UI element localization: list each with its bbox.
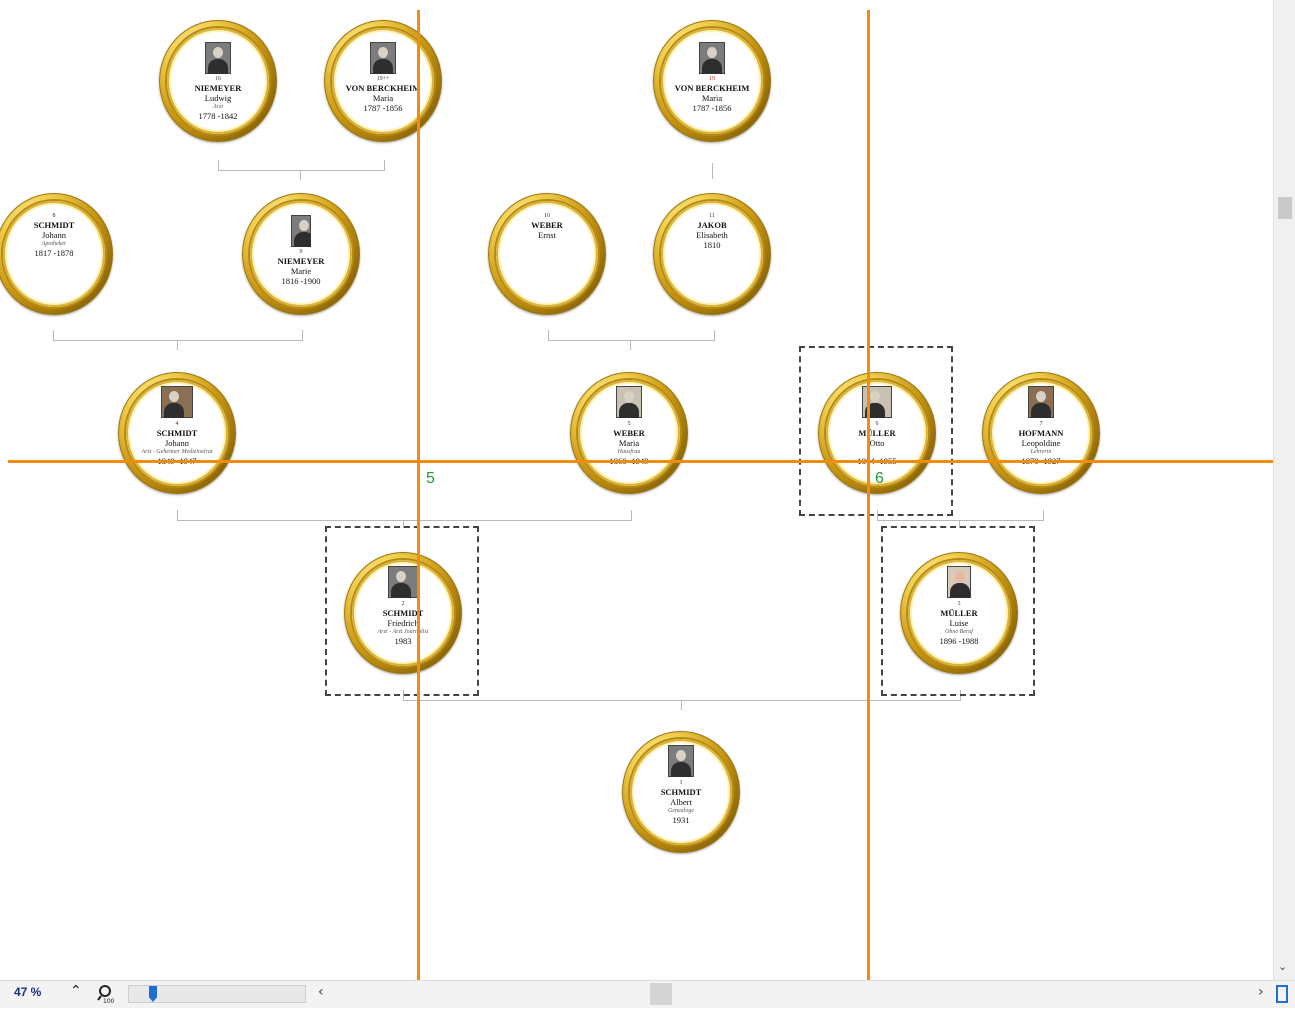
person-surname: WEBER <box>613 428 645 438</box>
person-number: 5 <box>627 421 631 427</box>
vertical-scrollbar[interactable]: ⌄ <box>1273 0 1295 980</box>
person-given-name: Maria <box>701 93 723 103</box>
person-number: 19++ <box>376 76 390 82</box>
person-occupation: Hausfrau <box>617 449 641 455</box>
person-dates: 1816 -1900 <box>281 276 321 286</box>
connector <box>712 163 713 179</box>
person-given-name: Albert <box>670 797 692 807</box>
zoom-percent: 47 % <box>14 985 42 999</box>
selection-box[interactable] <box>325 526 479 696</box>
person-number: 11 <box>709 213 715 219</box>
person-given-name: Johann <box>164 438 190 448</box>
portrait-photo <box>161 386 193 418</box>
person-dates: 1817 -1878 <box>34 248 74 258</box>
portrait-photo <box>1028 386 1054 418</box>
person-occupation: Apotheker <box>41 241 67 247</box>
person-given-name: Ernst <box>538 230 556 240</box>
person-surname: NIEMEYER <box>277 256 325 266</box>
person-card-19b[interactable]: 19 VON BERCKHEIM Maria 1787 -1856 <box>653 20 771 142</box>
person-card-10[interactable]: 10 WEBER Ernst <box>488 193 606 315</box>
scroll-left-icon[interactable]: ‹ <box>318 984 324 1000</box>
connector <box>218 160 385 171</box>
person-card-7[interactable]: 7 HOFMANN Leopoldine Lehrerin 1870 -1927 <box>982 372 1100 494</box>
person-number: 16 <box>215 76 221 82</box>
connector <box>177 510 632 521</box>
person-surname: NIEMEYER <box>194 83 242 93</box>
zoom-slider-handle[interactable] <box>149 986 157 1002</box>
person-surname: SCHMIDT <box>156 428 198 438</box>
connector <box>630 340 631 350</box>
person-occupation: Arzt <box>212 104 223 110</box>
person-dates: 1810 <box>703 240 721 250</box>
person-given-name: Maria <box>372 93 394 103</box>
page-guide-vertical[interactable] <box>867 10 870 980</box>
person-occupation: Arzt - Geheimer Medizinalrat <box>141 449 213 455</box>
portrait-photo <box>370 42 396 74</box>
portrait-photo <box>699 42 725 74</box>
person-card-11[interactable]: 11 JAKOB Elisabeth 1810 <box>653 193 771 315</box>
person-occupation: Genealoge <box>668 808 694 814</box>
scroll-down-icon[interactable]: ⌄ <box>1278 960 1287 973</box>
status-bar: 47 % ⌃ 100 ‹ › <box>0 980 1295 1008</box>
person-surname: SCHMIDT <box>33 220 75 230</box>
person-surname: HOFMANN <box>1018 428 1064 438</box>
person-surname: VON BERCKHEIM <box>674 83 750 93</box>
connector <box>403 690 961 701</box>
person-card-4[interactable]: 4 SCHMIDT Johann Arzt - Geheimer Medizin… <box>118 372 236 494</box>
person-dates: 1931 <box>672 815 690 825</box>
zoom-slider[interactable] <box>128 985 306 1003</box>
selection-box[interactable] <box>881 526 1035 696</box>
person-number: 4 <box>175 421 179 427</box>
person-dates: 1787 -1856 <box>363 103 403 113</box>
tree-canvas[interactable]: 16 NIEMEYER Ludwig Arzt 1778 -1842 19++ … <box>0 0 1273 980</box>
person-card-1[interactable]: 1 SCHMIDT Albert Genealoge 1931 <box>622 731 740 853</box>
person-card-9[interactable]: 9 NIEMEYER Marie 1816 -1900 <box>242 193 360 315</box>
person-given-name: Johann <box>41 230 67 240</box>
portrait-photo <box>668 745 694 777</box>
person-number: 19 <box>709 76 715 82</box>
person-card-5[interactable]: 5 WEBER Maria Hausfrau 1860 -1949 <box>570 372 688 494</box>
zoom-100-icon[interactable]: 100 <box>96 984 116 1005</box>
page-number-label: 5 <box>426 470 435 487</box>
person-given-name: Maria <box>618 438 640 448</box>
page-number-label: 6 <box>875 470 884 487</box>
person-number: 10 <box>544 213 550 219</box>
person-number: 8 <box>52 213 56 219</box>
person-card-19a[interactable]: 19++ VON BERCKHEIM Maria 1787 -1856 <box>324 20 442 142</box>
chevron-up-icon[interactable]: ⌃ <box>70 983 82 999</box>
portrait-photo <box>205 42 231 74</box>
portrait-photo <box>616 386 642 418</box>
selection-box[interactable] <box>799 346 953 516</box>
person-surname: VON BERCKHEIM <box>345 83 421 93</box>
person-surname: JAKOB <box>697 220 727 230</box>
person-surname: WEBER <box>531 220 563 230</box>
person-number: 7 <box>1039 421 1043 427</box>
connector <box>548 330 715 341</box>
svg-text:100: 100 <box>103 998 115 1004</box>
horizontal-scrollbar-thumb[interactable] <box>650 983 672 1005</box>
person-number: 9 <box>299 249 303 255</box>
connector <box>177 340 178 350</box>
portrait-photo <box>291 215 311 247</box>
person-occupation: Lehrerin <box>1030 449 1052 455</box>
person-given-name: Elisabeth <box>696 230 728 240</box>
person-given-name: Ludwig <box>204 93 232 103</box>
person-dates: 1787 -1856 <box>692 103 732 113</box>
scrollbar-thumb[interactable] <box>1278 197 1292 219</box>
person-surname: SCHMIDT <box>660 787 702 797</box>
connector <box>300 170 301 180</box>
person-card-8[interactable]: 8 SCHMIDT Johann Apotheker 1817 -1878 <box>0 193 113 315</box>
page-view-icon[interactable] <box>1276 985 1288 1003</box>
person-card-16[interactable]: 16 NIEMEYER Ludwig Arzt 1778 -1842 <box>159 20 277 142</box>
connector <box>681 700 682 710</box>
connector <box>53 330 303 341</box>
page-guide-horizontal[interactable] <box>8 460 1273 463</box>
scroll-right-icon[interactable]: › <box>1258 984 1264 1000</box>
person-given-name: Marie <box>290 266 312 276</box>
person-given-name: Leopoldine <box>1021 438 1061 448</box>
person-number: 1 <box>679 780 683 786</box>
person-dates: 1778 -1842 <box>198 111 238 121</box>
page-guide-vertical[interactable] <box>417 10 420 980</box>
